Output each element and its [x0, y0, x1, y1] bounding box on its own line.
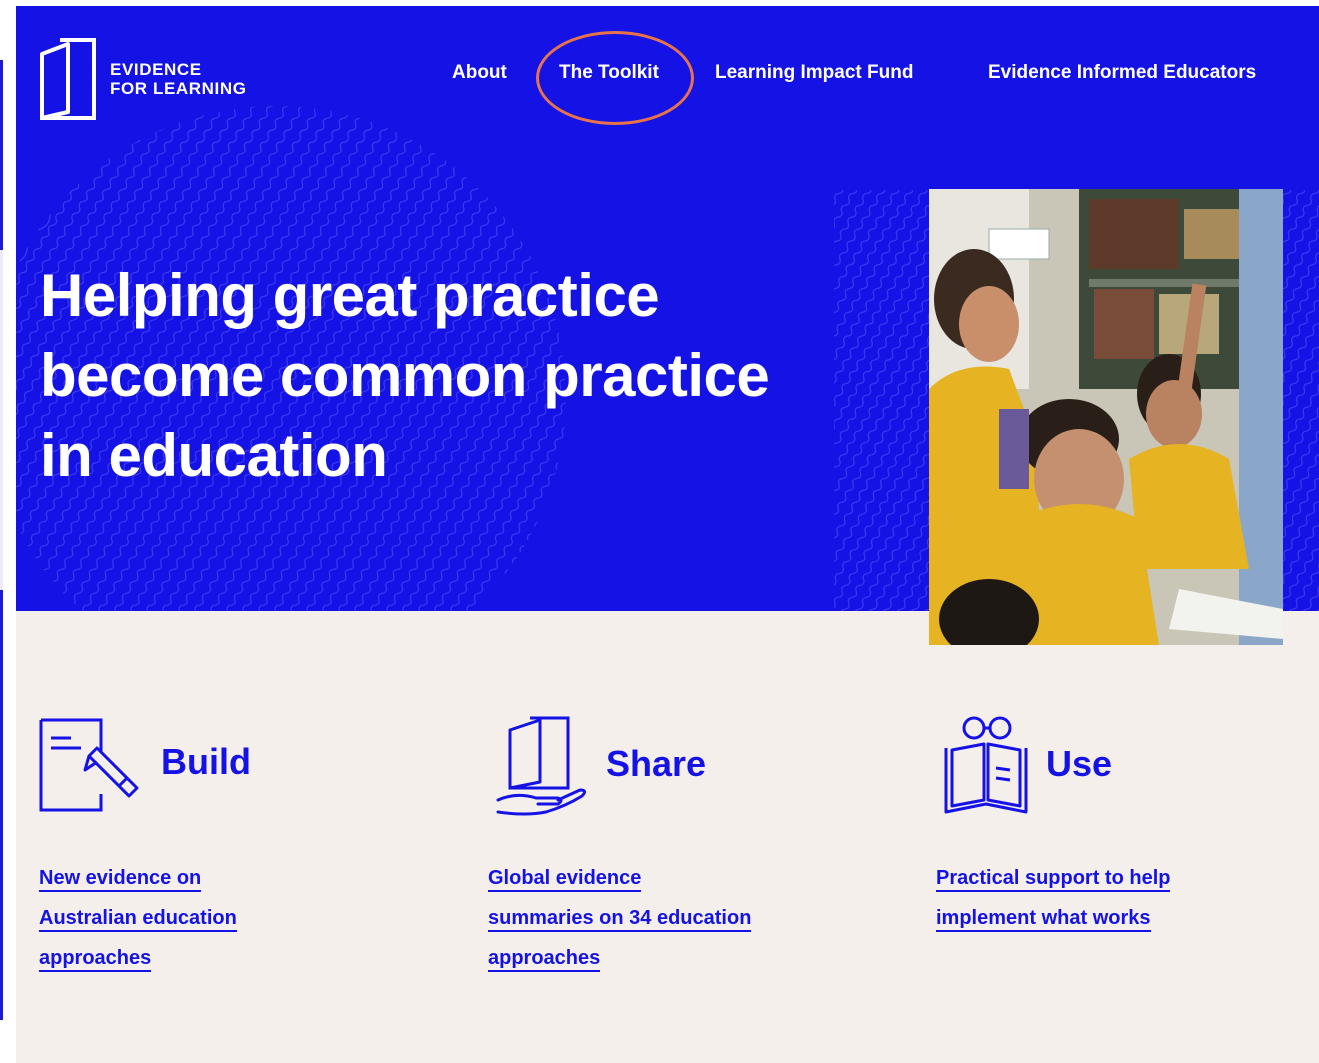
feature-share: Share Global evidence summaries on 34 ed… — [488, 712, 752, 972]
feature-use-title: Use — [1046, 743, 1113, 784]
feature-build-title: Build — [161, 741, 251, 782]
feature-share-link-line-3[interactable]: approaches — [488, 947, 601, 972]
logo-wordmark: EVIDENCE FOR LEARNING — [110, 60, 247, 98]
open-door-logo-icon — [40, 38, 96, 120]
nav-evidence-informed-educators[interactable]: Evidence Informed Educators — [988, 62, 1256, 84]
feature-build-link-line-1[interactable]: New evidence on — [39, 867, 202, 892]
hero-title: Helping great practice become common pra… — [40, 262, 770, 489]
left-edge-bar — [0, 60, 3, 250]
classroom-photo-illustration — [929, 189, 1283, 645]
logo-line-2: FOR LEARNING — [110, 79, 247, 98]
site-logo[interactable]: EVIDENCE FOR LEARNING — [38, 36, 247, 122]
document-pencil-icon — [39, 718, 139, 812]
feature-use: Use Practical support to help implement … — [936, 712, 1171, 932]
features-section — [16, 611, 1319, 1063]
feature-build-link-line-3[interactable]: approaches — [39, 947, 152, 972]
feature-build-link-line-2[interactable]: Australian education — [39, 907, 237, 932]
nav-about[interactable]: About — [452, 62, 507, 84]
feature-share-link[interactable]: Global evidence summaries on 34 educatio… — [488, 858, 808, 978]
feature-use-link-line-1[interactable]: Practical support to help — [936, 867, 1171, 892]
nav-the-toolkit[interactable]: The Toolkit — [559, 62, 659, 84]
feature-share-title: Share — [606, 743, 707, 784]
reading-glasses-book-icon — [944, 716, 1028, 814]
feature-use-link-line-2[interactable]: implement what works — [936, 907, 1151, 932]
feature-build: Build New evidence on Australian educati… — [39, 712, 251, 972]
feature-build-link[interactable]: New evidence on Australian education app… — [39, 858, 299, 978]
hero-photo — [929, 189, 1283, 645]
nav-learning-impact-fund[interactable]: Learning Impact Fund — [715, 62, 913, 84]
feature-use-link[interactable]: Practical support to help implement what… — [936, 858, 1256, 938]
left-edge-bar-faint — [0, 250, 3, 590]
book-in-hand-icon — [496, 716, 587, 816]
logo-line-1: EVIDENCE — [110, 60, 202, 79]
left-edge-bar-lower — [0, 590, 3, 1020]
feature-share-link-line-1[interactable]: Global evidence — [488, 867, 642, 892]
feature-share-link-line-2[interactable]: summaries on 34 education — [488, 907, 752, 932]
